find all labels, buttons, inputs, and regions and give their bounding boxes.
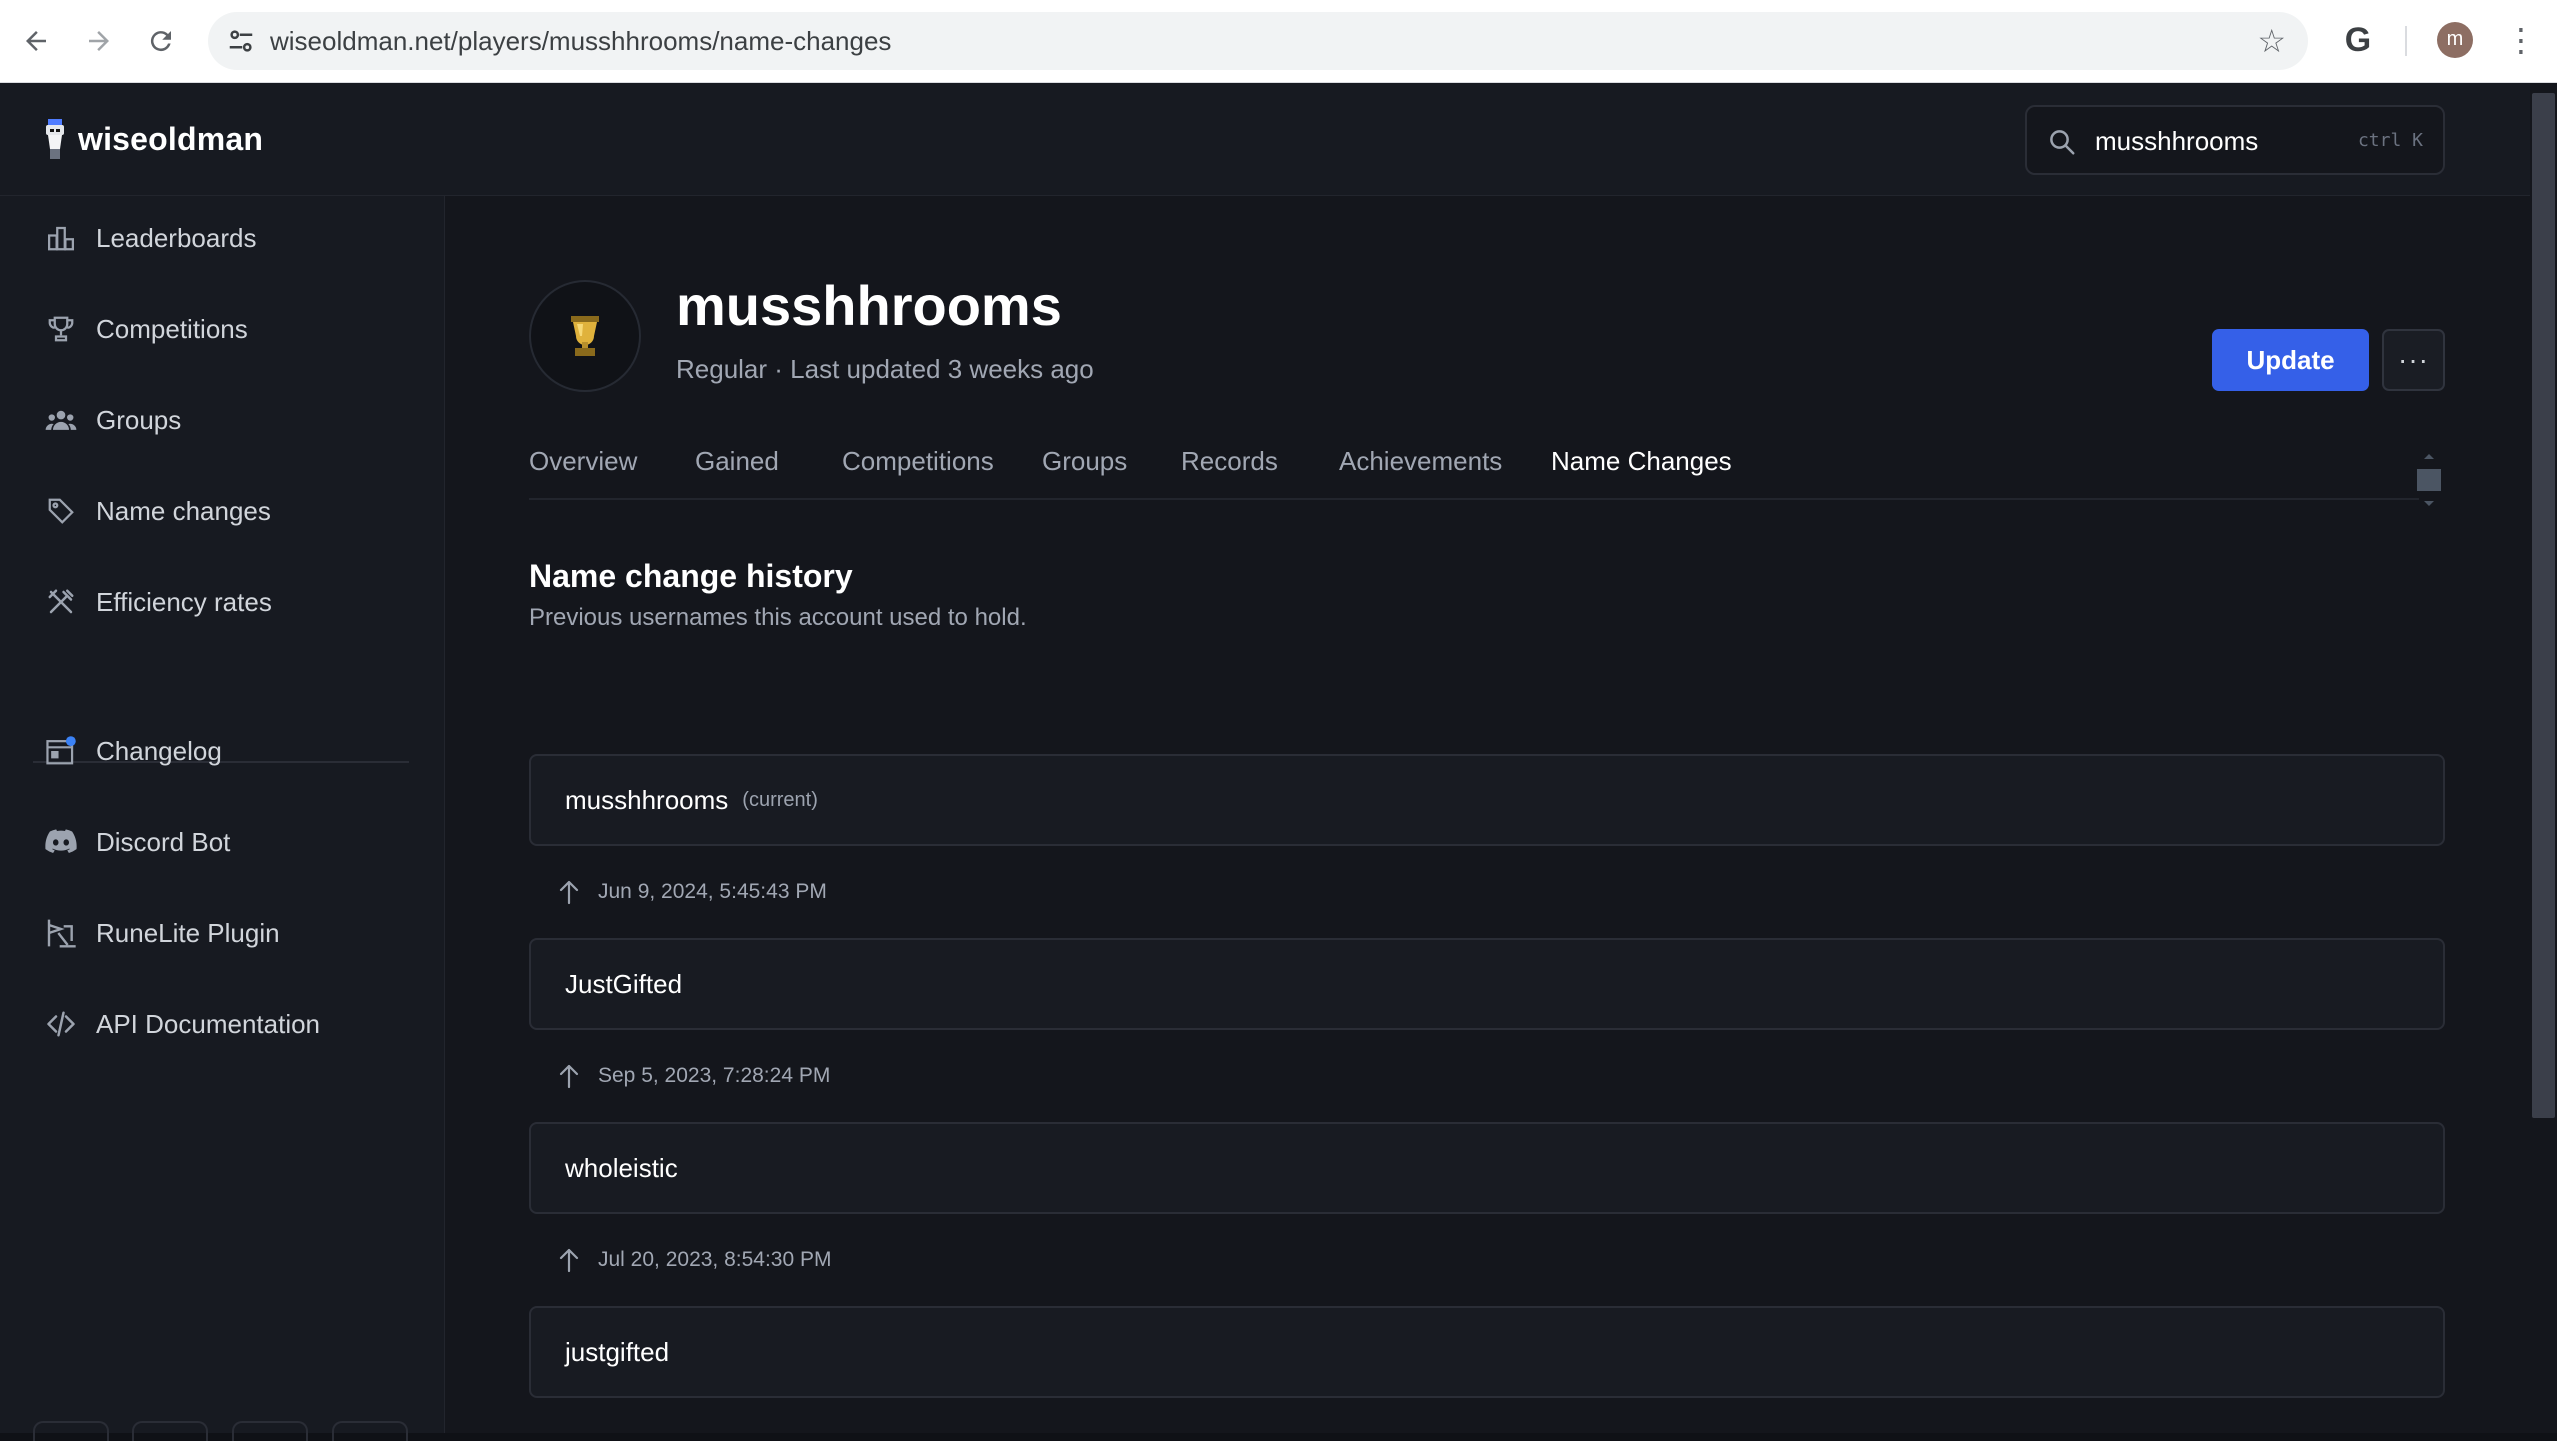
arrow-up-icon <box>559 880 579 905</box>
arrow-up-icon <box>559 1064 579 1089</box>
wiseoldman-logo-icon <box>46 119 64 159</box>
sidebar-item-api-documentation[interactable]: API Documentation <box>44 1002 320 1046</box>
sidebar-item-label: Leaderboards <box>96 222 257 253</box>
sidebar-item-label: Name changes <box>96 495 271 526</box>
username: wholeistic <box>565 1152 678 1183</box>
update-button[interactable]: Update <box>2212 329 2369 391</box>
arrow-right-icon <box>89 31 109 51</box>
sidebar-item-groups[interactable]: Groups <box>44 398 181 442</box>
leaderboard-icon <box>44 221 78 255</box>
name-change-row: Sep 5, 2023, 7:28:24 PM <box>558 1061 830 1091</box>
sidebar-item-discord-bot[interactable]: Discord Bot <box>44 820 230 864</box>
sidebar-item-label: Discord Bot <box>96 826 231 857</box>
changelog-icon <box>44 734 78 768</box>
google-icon[interactable]: G <box>2338 20 2378 60</box>
browser-menu-icon[interactable]: ⋮ <box>2505 18 2537 62</box>
username: JustGifted <box>565 968 683 999</box>
reload-icon <box>150 31 171 52</box>
arrow-left-icon <box>26 31 46 51</box>
name-card: justgifted <box>529 1306 2445 1398</box>
runelite-icon <box>44 916 78 950</box>
address-bar[interactable]: wiseoldman.net/players/musshhrooms/name-… <box>208 12 2308 70</box>
player-avatar <box>529 280 641 392</box>
brand-name: wiseoldman <box>78 120 264 157</box>
sidebar-item-runelite-plugin[interactable]: RuneLite Plugin <box>44 911 280 955</box>
bookmark-star-icon[interactable]: ☆ <box>2257 24 2286 58</box>
name-change-row: Jul 20, 2023, 8:54:30 PM <box>558 1245 832 1275</box>
sidebar-item-changelog[interactable]: Changelog <box>44 729 222 773</box>
trophy-icon <box>44 312 78 346</box>
sidebar-footer-button[interactable] <box>232 1421 308 1441</box>
name-card-current: musshhrooms (current) <box>529 754 2445 846</box>
sidebar: Leaderboards Competitions Groups Name ch… <box>0 196 445 1441</box>
tab-gained[interactable]: Gained <box>695 446 779 476</box>
tab-overview[interactable]: Overview <box>529 446 637 476</box>
search-shortcut-hint: ctrl K <box>2357 130 2423 151</box>
player-search[interactable]: musshhrooms ctrl K <box>2025 105 2445 175</box>
scrollbar-thumb[interactable] <box>2532 93 2555 1118</box>
section-subtitle: Previous usernames this account used to … <box>529 604 1027 631</box>
name-change-row: Jun 9, 2024, 5:45:43 PM <box>558 877 827 907</box>
top-bar: wiseoldman musshhrooms ctrl K <box>0 83 2530 196</box>
main-content: musshhrooms Regular · Last updated 3 wee… <box>446 196 2530 1433</box>
url-text[interactable]: wiseoldman.net/players/musshhrooms/name-… <box>270 26 891 56</box>
sidebar-item-label: API Documentation <box>96 1008 321 1039</box>
arrow-up-icon <box>559 1248 579 1273</box>
current-badge: (current) <box>742 788 818 811</box>
brand-link[interactable]: wiseoldman <box>44 119 263 159</box>
trophy-icon <box>571 316 599 356</box>
browser-toolbar: wiseoldman.net/players/musshhrooms/name-… <box>0 0 2557 83</box>
back-button[interactable] <box>15 20 57 62</box>
sidebar-footer-button[interactable] <box>132 1421 208 1441</box>
sidebar-footer-button[interactable] <box>33 1421 109 1441</box>
change-date: Sep 5, 2023, 7:28:24 PM <box>598 1064 831 1087</box>
sidebar-item-label: Groups <box>96 404 182 435</box>
sidebar-footer-button[interactable] <box>332 1421 408 1441</box>
app-root: wiseoldman musshhrooms ctrl K Leaderboar… <box>0 83 2530 1441</box>
toolbar-separator <box>2405 26 2407 56</box>
change-date: Jul 20, 2023, 8:54:30 PM <box>598 1248 832 1271</box>
username: justgifted <box>565 1336 670 1367</box>
sidebar-item-name-changes[interactable]: Name changes <box>44 489 271 533</box>
sidebar-item-label: Efficiency rates <box>96 586 272 617</box>
profile-avatar[interactable]: m <box>2437 22 2473 58</box>
sidebar-item-efficiency-rates[interactable]: Efficiency rates <box>44 580 272 624</box>
forward-button[interactable] <box>78 20 120 62</box>
page-scrollbar[interactable] <box>2530 83 2557 1433</box>
tab-records[interactable]: Records <box>1181 446 1278 476</box>
tools-icon <box>44 585 78 619</box>
sidebar-item-label: RuneLite Plugin <box>96 917 280 948</box>
username: musshhrooms <box>565 784 729 815</box>
tab-competitions[interactable]: Competitions <box>842 446 994 476</box>
groups-icon <box>44 403 78 437</box>
sidebar-item-label: Competitions <box>96 313 248 344</box>
reload-button[interactable] <box>140 20 182 62</box>
tabs-scrollbar[interactable] <box>2416 452 2442 508</box>
site-settings-icon[interactable] <box>226 26 256 56</box>
change-date: Jun 9, 2024, 5:45:43 PM <box>598 880 827 903</box>
section-title: Name change history <box>529 558 853 594</box>
name-card: wholeistic <box>529 1122 2445 1214</box>
tab-name-changes[interactable]: Name Changes <box>1551 446 1732 476</box>
player-tabs: Overview Gained Competitions Groups Reco… <box>529 440 2419 500</box>
tab-achievements[interactable]: Achievements <box>1339 446 1502 476</box>
more-options-button[interactable]: ··· <box>2382 329 2445 391</box>
player-subtitle: Regular · Last updated 3 weeks ago <box>676 354 1094 384</box>
discord-icon <box>44 825 78 859</box>
player-name: musshhrooms <box>676 274 1062 337</box>
tag-icon <box>44 494 78 528</box>
search-input[interactable]: musshhrooms <box>2095 126 2258 156</box>
code-icon <box>44 1007 78 1041</box>
search-icon <box>2050 130 2075 155</box>
sidebar-item-label: Changelog <box>96 735 222 766</box>
name-card: JustGifted <box>529 938 2445 1030</box>
tab-groups[interactable]: Groups <box>1042 446 1127 476</box>
sidebar-item-leaderboards[interactable]: Leaderboards <box>44 216 256 260</box>
sidebar-item-competitions[interactable]: Competitions <box>44 307 248 351</box>
